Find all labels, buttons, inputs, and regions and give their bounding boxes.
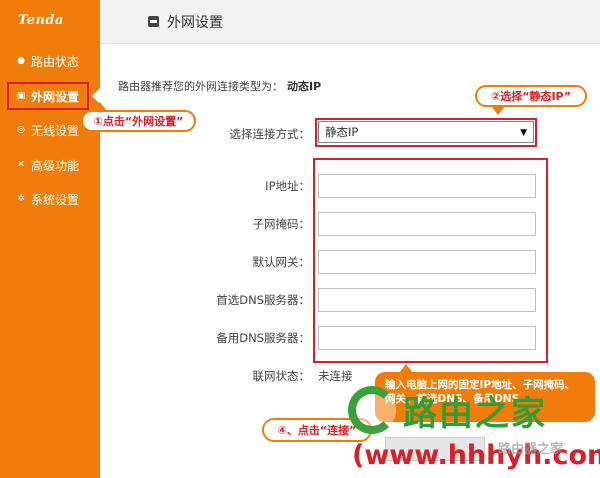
sidebar-item-advanced[interactable]: ✕ 高级功能 [0, 152, 100, 178]
brand-logo: Tenda [18, 13, 64, 28]
page-title: 外网设置 [167, 14, 223, 31]
sidebar-item-label: 路由状态 [31, 54, 80, 69]
wifi-icon: ◎ [17, 125, 25, 135]
connection-type-label: 选择连接方式： [229, 127, 311, 141]
primary-dns-label: 首选DNS服务器： [216, 293, 310, 307]
callout-step-1: ①点击“外网设置” [81, 102, 196, 132]
sidebar-item-router-status[interactable]: ● 路由状态 [0, 48, 100, 74]
subnet-mask-label: 子网掩码： [252, 217, 311, 231]
gateway-label: 默认网关： [252, 255, 311, 269]
nav-highlight-box [7, 82, 89, 110]
monitor-icon [148, 16, 159, 27]
sidebar-item-label: 高级功能 [31, 158, 80, 173]
dot-icon: ● [17, 56, 25, 66]
sidebar-item-label: 系统设置 [31, 192, 80, 207]
page-header: 外网设置 [100, 0, 600, 44]
secondary-dns-label: 备用DNS服务器： [216, 331, 310, 345]
fields-highlight-box [313, 158, 548, 363]
gear-icon: ✲ [17, 194, 25, 204]
sidebar-item-label: 无线设置 [31, 123, 80, 138]
watermark-small: 路由器之家 [498, 442, 564, 457]
recommend-text: 路由器推荐您的外网连接类型为： 动态IP [118, 78, 321, 94]
watermark-title: 路由之家 [403, 394, 547, 434]
recommend-value: 动态IP [287, 80, 322, 93]
callout-step-2: ②选择“静态IP” [475, 85, 587, 115]
watermark-logo-icon [348, 386, 396, 434]
recommend-label: 路由器推荐您的外网连接类型为： [118, 80, 283, 93]
connection-status-value: 未连接 [318, 369, 353, 383]
sidebar: Tenda ● 路由状态 ▣ 外网设置 ◎ 无线设置 ✕ 高级功能 ✲ 系统设置 [0, 0, 100, 478]
tools-icon: ✕ [17, 160, 25, 170]
ip-address-label: IP地址： [265, 179, 310, 193]
connection-status-label: 联网状态： [252, 369, 311, 383]
select-highlight-box [315, 118, 537, 147]
sidebar-item-system[interactable]: ✲ 系统设置 [0, 186, 100, 212]
